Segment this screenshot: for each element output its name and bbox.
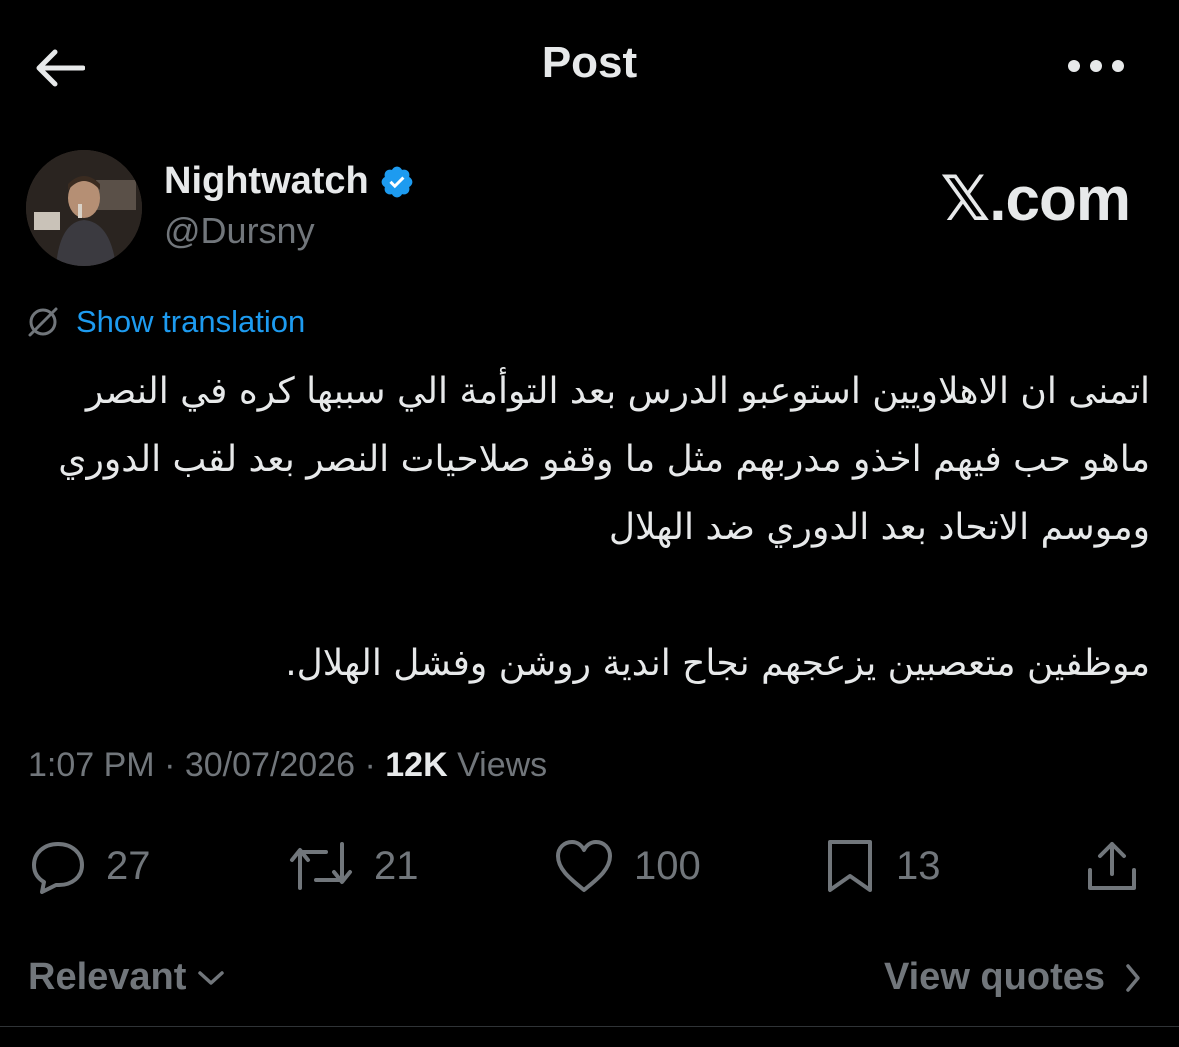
tweet-paragraph: اتمنى ان الاهلاويين استوعبو الدرس بعد ال… [58,371,1150,548]
meta-separator: · [164,746,176,784]
like-button[interactable]: 100 [552,836,701,896]
reply-button[interactable]: 27 [28,836,151,896]
share-button[interactable] [1084,836,1140,896]
translation-label[interactable]: Show translation [76,304,305,340]
repost-icon [290,842,352,890]
sort-label: Relevant [28,956,187,998]
repost-count: 21 [374,843,419,888]
show-translation-button[interactable]: Show translation [26,304,305,340]
avatar-photo [26,150,142,266]
repost-button[interactable]: 21 [286,836,419,896]
translate-icon [28,307,58,337]
chevron-right-icon [1126,963,1140,992]
share-icon [1088,842,1136,890]
author-handle[interactable]: @Dursny [164,210,315,252]
views-count: 12K [385,746,448,784]
post-time[interactable]: 1:07 PM [28,746,155,784]
reply-icon [32,842,84,894]
divider [0,1026,1179,1027]
bookmark-button[interactable]: 13 [822,836,941,896]
heart-icon [556,840,612,892]
sort-replies-dropdown[interactable]: Relevant [28,956,226,999]
page-title: Post [541,38,638,87]
bookmark-icon [828,840,872,892]
bookmark-count: 13 [896,843,941,888]
tweet-paragraph: موظفين متعصبين يزعجهم نجاح اندية روشن وف… [285,643,1150,684]
site-watermark: 𝕏.com [940,165,1131,234]
avatar[interactable] [26,150,142,266]
views-label: Views [457,746,548,784]
more-options-button[interactable] [1058,44,1134,88]
meta-separator: · [364,746,376,784]
view-quotes-link[interactable]: View quotes [884,956,1143,999]
post-date[interactable]: 30/07/2026 [185,746,355,784]
author-name-row[interactable]: Nightwatch [164,160,415,203]
tweet-text: اتمنى ان الاهلاويين استوعبو الدرس بعد ال… [30,358,1150,698]
like-count: 100 [634,843,701,888]
chevron-down-icon [198,970,225,985]
reply-count: 27 [106,843,151,888]
display-name[interactable]: Nightwatch [164,160,369,203]
view-quotes-label: View quotes [883,956,1105,998]
ellipsis-icon [1068,60,1124,72]
verified-badge-icon [381,166,413,197]
tweet-meta: 1:07 PM · 30/07/2026 · 12K Views [28,746,547,785]
